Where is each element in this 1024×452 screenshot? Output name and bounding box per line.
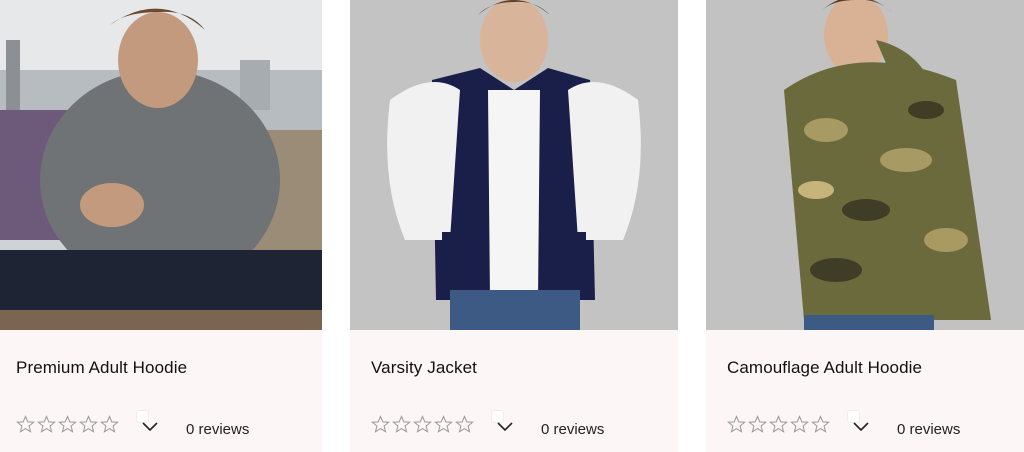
star-outline-icon xyxy=(37,415,56,433)
rating-row: 0 reviews xyxy=(727,410,1024,440)
star-outline-icon xyxy=(371,415,390,433)
review-count[interactable]: 0 reviews xyxy=(897,421,960,438)
star-outline-icon xyxy=(16,415,35,433)
star-outline-icon xyxy=(100,415,119,433)
review-count[interactable]: 0 reviews xyxy=(541,421,604,438)
product-image-camo-hoodie xyxy=(706,0,1024,330)
star-outline-icon xyxy=(748,415,767,433)
product-image-varsity-jacket xyxy=(350,0,678,330)
product-title[interactable]: Varsity Jacket xyxy=(371,358,477,378)
review-count[interactable]: 0 reviews xyxy=(186,421,249,438)
rating-dropdown-toggle[interactable] xyxy=(136,410,166,440)
rating-row: 0 reviews xyxy=(371,410,678,440)
product-image[interactable] xyxy=(350,0,678,330)
product-card[interactable]: Premium Adult Hoodie 0 reviews xyxy=(0,0,322,452)
star-rating[interactable] xyxy=(371,415,474,434)
star-outline-icon xyxy=(455,415,474,433)
product-image[interactable] xyxy=(706,0,1024,330)
chevron-down-icon xyxy=(142,422,158,432)
star-rating[interactable] xyxy=(727,415,830,434)
product-title[interactable]: Premium Adult Hoodie xyxy=(16,358,187,378)
product-title[interactable]: Camouflage Adult Hoodie xyxy=(727,358,922,378)
rating-row: 0 reviews xyxy=(16,410,322,440)
product-image[interactable] xyxy=(0,0,322,330)
star-outline-icon xyxy=(434,415,453,433)
rating-dropdown-toggle[interactable] xyxy=(491,410,521,440)
star-outline-icon xyxy=(413,415,432,433)
star-outline-icon xyxy=(811,415,830,433)
star-outline-icon xyxy=(392,415,411,433)
rating-dropdown-toggle[interactable] xyxy=(847,410,877,440)
star-outline-icon xyxy=(58,415,77,433)
star-outline-icon xyxy=(769,415,788,433)
chevron-down-icon xyxy=(497,422,513,432)
product-image-hoodie-grey xyxy=(0,0,322,330)
product-card[interactable]: Camouflage Adult Hoodie 0 reviews xyxy=(706,0,1024,452)
star-rating[interactable] xyxy=(16,415,119,434)
star-outline-icon xyxy=(790,415,809,433)
star-outline-icon xyxy=(79,415,98,433)
product-card[interactable]: Varsity Jacket 0 reviews xyxy=(350,0,678,452)
star-outline-icon xyxy=(727,415,746,433)
chevron-down-icon xyxy=(853,422,869,432)
